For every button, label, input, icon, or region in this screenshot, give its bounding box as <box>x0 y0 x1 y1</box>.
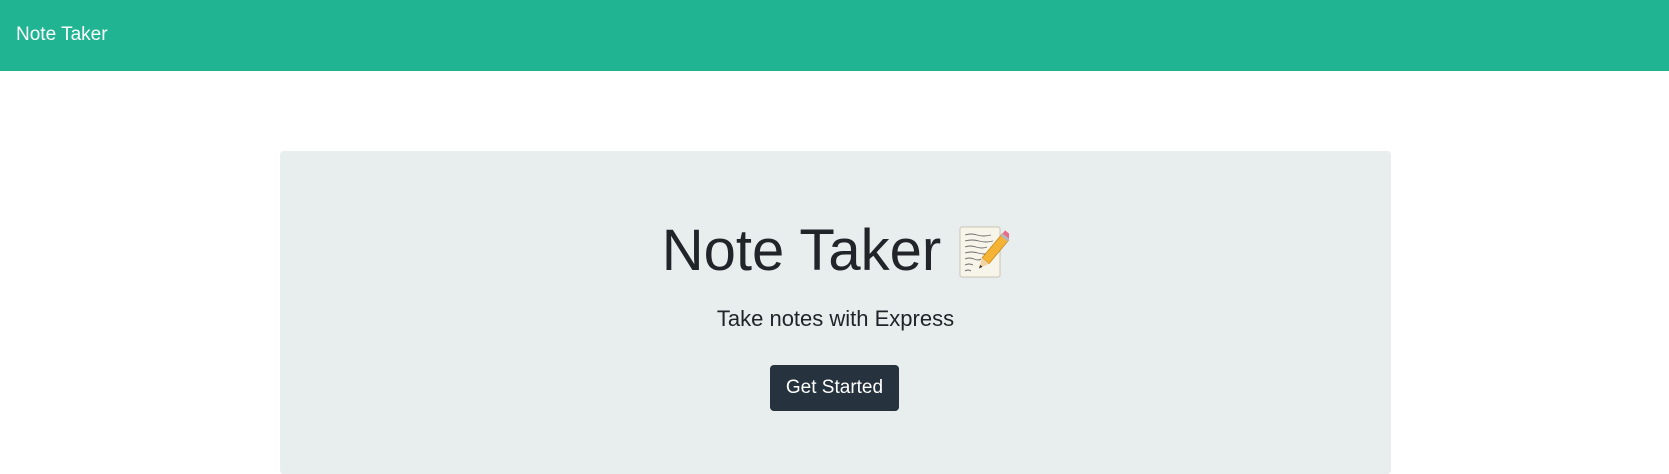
memo-icon <box>957 225 1013 281</box>
navbar-brand-link[interactable]: Note Taker <box>16 22 108 48</box>
hero-title: Note Taker <box>280 215 1391 287</box>
navbar: Note Taker <box>0 0 1669 71</box>
hero-title-text: Note Taker <box>661 218 942 283</box>
hero-subtitle: Take notes with Express <box>716 306 955 331</box>
hero-panel: Note Taker Take notes with Express Get S… <box>280 151 1391 474</box>
get-started-button[interactable]: Get Started <box>770 365 899 411</box>
